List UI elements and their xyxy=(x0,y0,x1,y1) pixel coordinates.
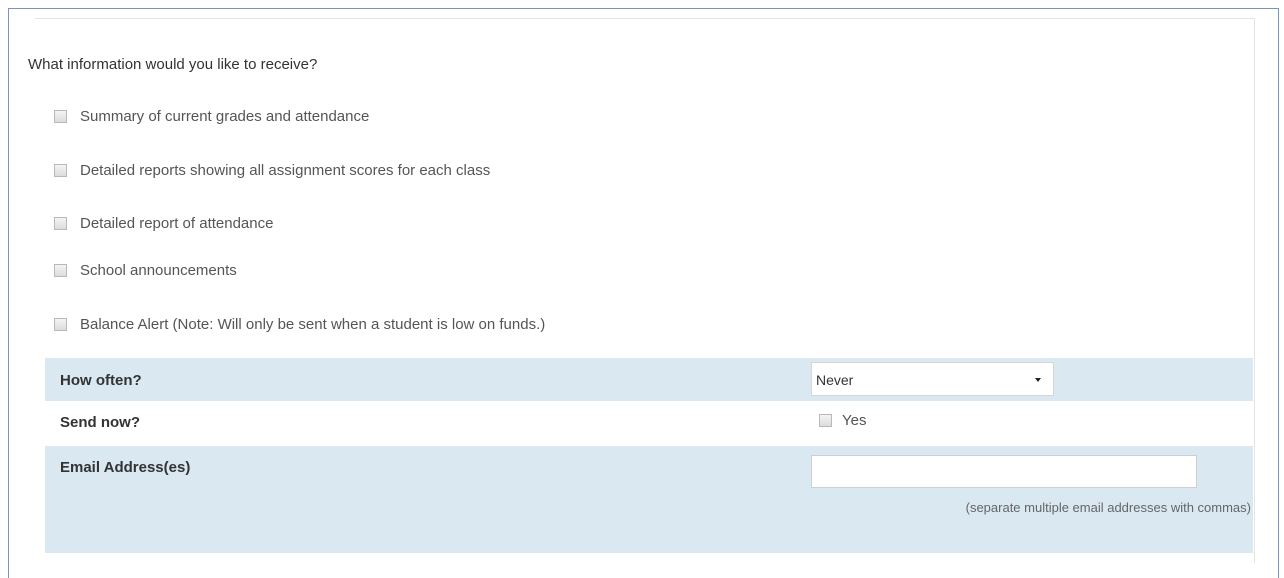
send-now-label: Send now? xyxy=(60,414,140,431)
option-school-announcements[interactable]: School announcements xyxy=(54,260,237,280)
email-label: Email Address(es) xyxy=(60,459,191,476)
option-label: Detailed report of attendance xyxy=(80,214,274,232)
option-label: Summary of current grades and attendance xyxy=(80,107,370,125)
send-now-checkbox[interactable] xyxy=(819,414,832,427)
send-now-row: Send now? Yes xyxy=(45,401,1253,446)
email-input[interactable] xyxy=(811,455,1197,488)
email-row: Email Address(es) (separate multiple ema… xyxy=(45,446,1253,553)
option-attendance-report[interactable]: Detailed report of attendance xyxy=(54,213,273,233)
checkbox[interactable] xyxy=(54,216,67,230)
frequency-row: How often? Never xyxy=(45,358,1253,401)
frequency-selected-value: Never xyxy=(816,372,854,388)
option-grades-summary[interactable]: Summary of current grades and attendance xyxy=(54,106,369,126)
frequency-label: How often? xyxy=(60,372,142,389)
checkbox[interactable] xyxy=(54,317,67,331)
question-heading: What information would you like to recei… xyxy=(28,56,318,73)
option-assignment-reports[interactable]: Detailed reports showing all assignment … xyxy=(54,160,490,180)
checkbox[interactable] xyxy=(54,263,67,277)
option-label: Detailed reports showing all assignment … xyxy=(80,161,491,179)
option-label: School announcements xyxy=(80,261,237,279)
send-now-option[interactable]: Yes xyxy=(819,412,866,429)
checkbox[interactable] xyxy=(54,109,67,123)
send-now-yes-label: Yes xyxy=(842,412,867,429)
frame: What information would you like to recei… xyxy=(8,8,1279,578)
frequency-select[interactable]: Never xyxy=(811,362,1054,396)
checkbox[interactable] xyxy=(54,163,67,177)
email-hint: (separate multiple email addresses with … xyxy=(965,500,1251,515)
dropdown-caret-icon xyxy=(1035,378,1041,382)
option-label: Balance Alert (Note: Will only be sent w… xyxy=(80,315,546,333)
option-balance-alert[interactable]: Balance Alert (Note: Will only be sent w… xyxy=(54,314,545,334)
